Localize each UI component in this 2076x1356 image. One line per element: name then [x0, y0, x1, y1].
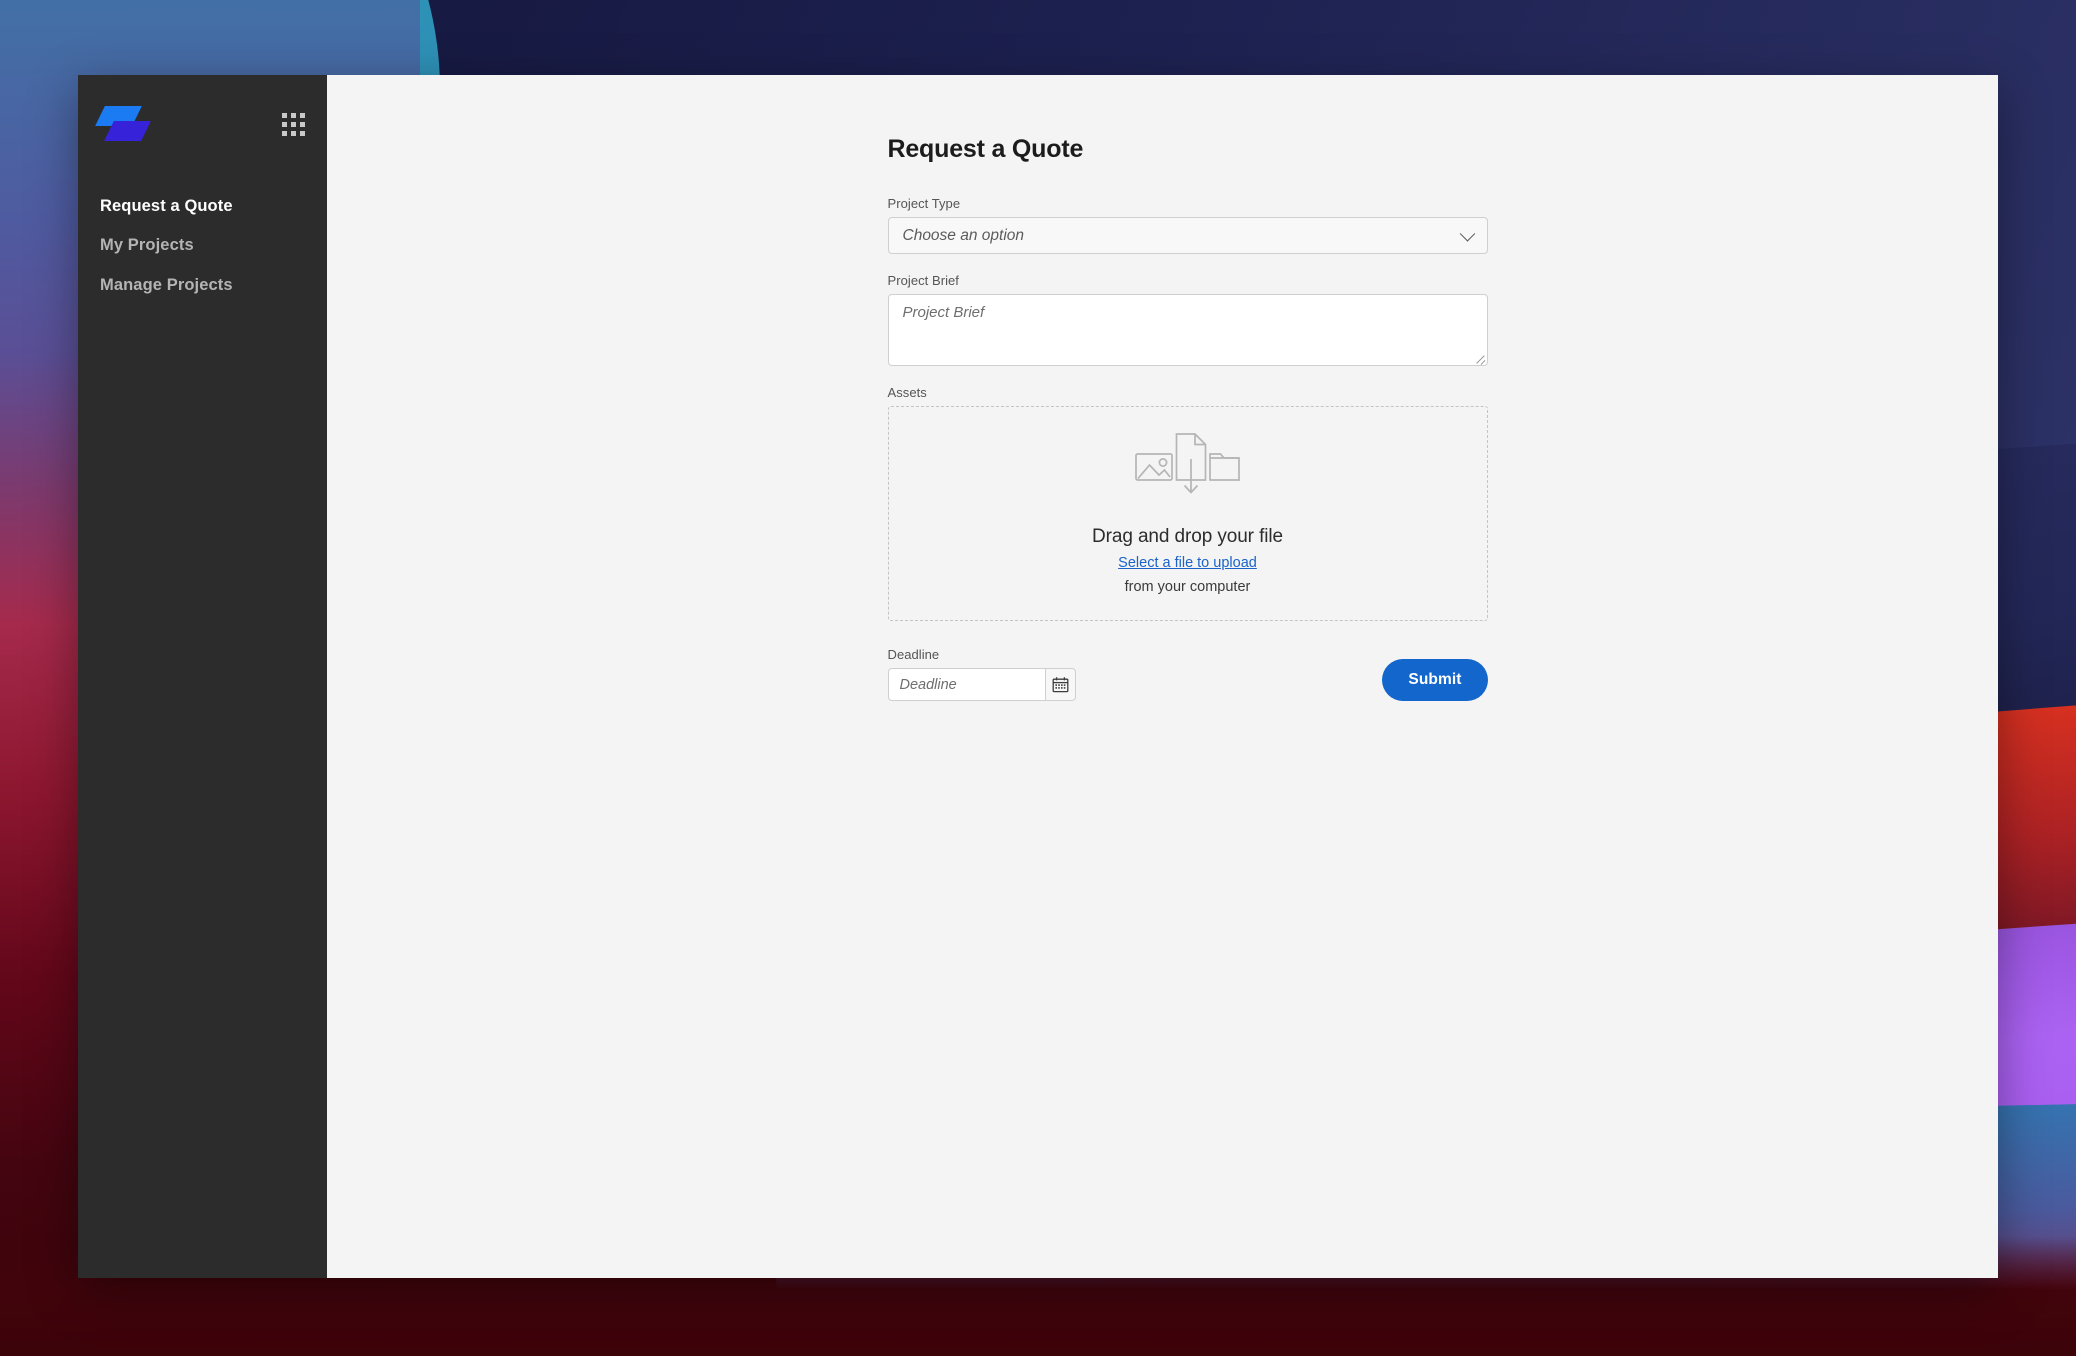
project-type-select[interactable]: Choose an option [887, 217, 1488, 254]
project-brief-label: Project Brief [887, 273, 959, 288]
apps-grid-icon[interactable] [282, 113, 305, 136]
logo-shape-lower [104, 121, 151, 141]
textarea-resize-handle[interactable] [1475, 353, 1485, 363]
deadline-label: Deadline [887, 647, 940, 662]
grid-dot [282, 113, 287, 118]
app-window: Request a Quote My Projects Manage Proje… [78, 75, 1998, 1278]
calendar-icon [1052, 677, 1068, 693]
file-upload-icon [1134, 433, 1240, 494]
project-brief-placeholder: Project Brief [902, 304, 985, 321]
dropzone-title: Drag and drop your file [1092, 526, 1283, 547]
project-brief-textarea[interactable]: Project Brief [887, 294, 1488, 366]
sidebar-header [78, 97, 327, 163]
page-title: Request a Quote [887, 135, 1084, 163]
grid-dot [300, 131, 305, 136]
sidebar-item-my-projects[interactable]: My Projects [78, 226, 327, 265]
deadline-input[interactable]: Deadline [887, 668, 1045, 701]
sidebar-item-manage-projects[interactable]: Manage Projects [78, 266, 327, 305]
assets-label: Assets [887, 385, 927, 400]
deadline-placeholder: Deadline [899, 676, 957, 693]
deadline-submit-row: Deadline Deadline Submit [887, 647, 1488, 701]
grid-dot [300, 113, 305, 118]
quote-request-form: Request a Quote Project Type Choose an o… [887, 75, 1488, 701]
field-deadline: Deadline Deadline [887, 647, 1078, 701]
grid-dot [282, 131, 287, 136]
deadline-input-group: Deadline [887, 668, 1078, 701]
grid-dot [291, 113, 296, 118]
sidebar: Request a Quote My Projects Manage Proje… [78, 75, 327, 1278]
project-type-selected-value: Choose an option [902, 226, 1025, 244]
project-type-label: Project Type [887, 196, 961, 211]
grid-dot [282, 122, 287, 127]
sidebar-nav: Request a Quote My Projects Manage Proje… [78, 187, 327, 305]
field-project-type: Project Type Choose an option [887, 196, 1488, 254]
field-project-brief: Project Brief Project Brief [887, 273, 1488, 366]
select-file-link[interactable]: Select a file to upload [1118, 555, 1257, 571]
submit-button[interactable]: Submit [1382, 659, 1488, 701]
grid-dot [291, 122, 296, 127]
grid-dot [300, 122, 305, 127]
file-dropzone[interactable]: Drag and drop your file Select a file to… [887, 406, 1488, 621]
grid-dot [291, 131, 296, 136]
layers-logo[interactable] [95, 103, 151, 147]
dropzone-subtext: from your computer [1124, 579, 1251, 595]
field-assets: Assets Drag and drop your file Select a … [887, 385, 1488, 621]
calendar-picker-button[interactable] [1044, 668, 1076, 701]
sidebar-item-request-a-quote[interactable]: Request a Quote [78, 187, 327, 226]
content-area: Request a Quote Project Type Choose an o… [327, 75, 1998, 1278]
chevron-down-icon [1459, 225, 1475, 242]
